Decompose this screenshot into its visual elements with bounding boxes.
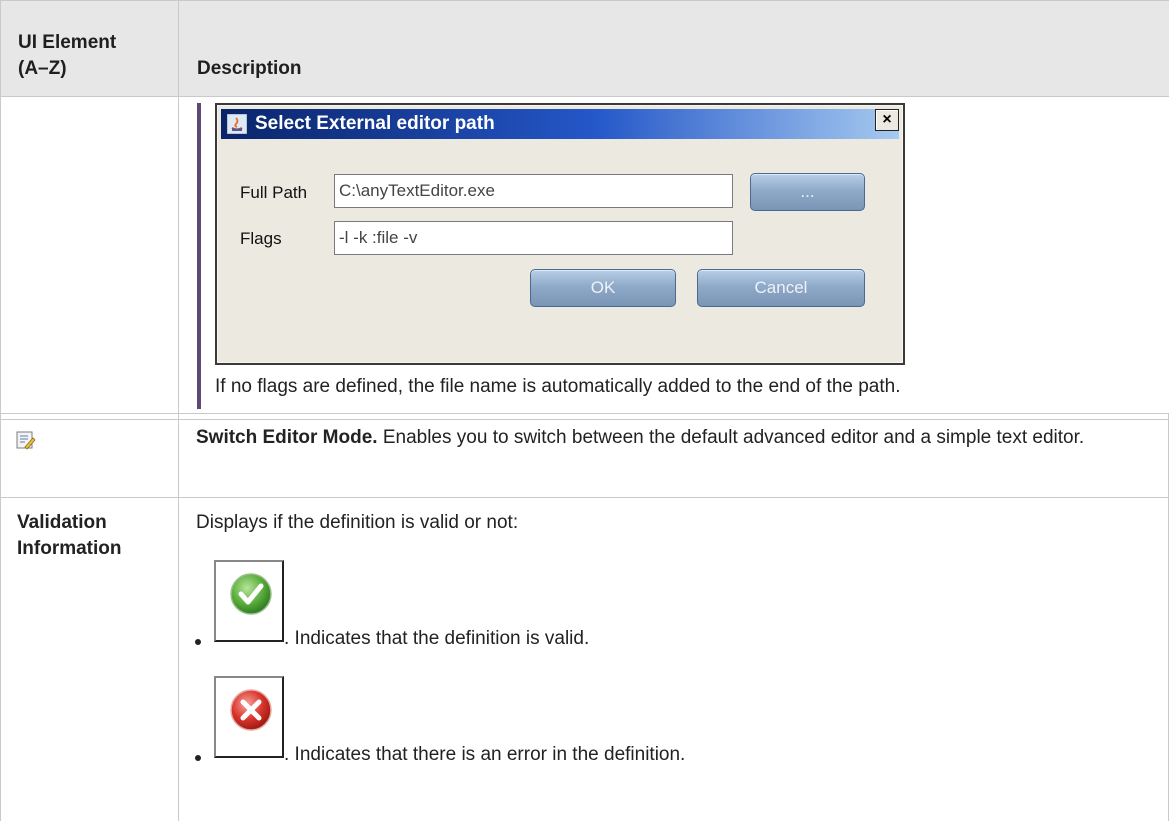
header-ui-element: UI Element (A–Z) xyxy=(1,1,179,97)
external-editor-dialog-screenshot: Select External editor path × Full Path … xyxy=(215,103,905,365)
row1-description-cell: Select External editor path × Full Path … xyxy=(179,97,1169,420)
flags-input[interactable]: -l -k :file -v xyxy=(334,221,733,255)
ui-elements-table: UI Element (A–Z) Description Select Exter… xyxy=(0,0,1169,420)
valid-check-icon xyxy=(229,572,273,616)
browse-button[interactable]: ... xyxy=(750,173,865,211)
java-icon xyxy=(227,114,247,134)
switch-editor-description: Switch Editor Mode. Enables you to switc… xyxy=(196,424,1146,452)
error-x-icon xyxy=(229,688,273,732)
row1-element-cell xyxy=(1,97,179,420)
header-ui-element-line2: (A–Z) xyxy=(18,58,67,79)
switch-editor-text: Enables you to switch between the defaul… xyxy=(378,427,1085,448)
error-x-icon-box xyxy=(214,676,284,758)
bullet-dot xyxy=(195,639,201,645)
callout-note: If no flags are defined, the file name i… xyxy=(215,374,1155,400)
dialog-title-bar: Select External editor path xyxy=(221,109,899,139)
table-header-row: UI Element (A–Z) Description xyxy=(1,1,1169,97)
header-ui-element-line1: UI Element xyxy=(18,32,116,53)
dialog-title: Select External editor path xyxy=(255,109,495,139)
table-row: Select External editor path × Full Path … xyxy=(1,97,1169,420)
full-path-input[interactable]: C:\anyTextEditor.exe xyxy=(334,174,733,208)
full-path-label: Full Path xyxy=(240,183,307,203)
switch-editor-icon xyxy=(16,430,36,450)
validation-line2: Information xyxy=(17,538,122,559)
error-description: . Indicates that there is an error in th… xyxy=(284,744,685,766)
validation-line1: Validation xyxy=(17,512,107,533)
table-row: Validation Information Displays if the de… xyxy=(0,497,1169,821)
flags-label: Flags xyxy=(240,229,282,249)
cancel-button[interactable]: Cancel xyxy=(697,269,865,307)
callout-block: Select External editor path × Full Path … xyxy=(197,103,1169,409)
list-item: . Indicates that the definition is valid… xyxy=(193,560,1153,660)
validation-intro: Displays if the definition is valid or n… xyxy=(196,510,518,536)
valid-check-icon-box xyxy=(214,560,284,642)
table-row: Switch Editor Mode. Enables you to switc… xyxy=(0,413,1169,498)
valid-description: . Indicates that the definition is valid… xyxy=(284,628,589,650)
validation-information-label: Validation Information xyxy=(17,510,122,562)
ok-button[interactable]: OK xyxy=(530,269,676,307)
header-description: Description xyxy=(179,1,1169,97)
bullet-dot xyxy=(195,755,201,761)
close-button[interactable]: × xyxy=(875,109,899,131)
switch-editor-title: Switch Editor Mode. xyxy=(196,427,378,448)
list-item: . Indicates that there is an error in th… xyxy=(193,676,1153,776)
